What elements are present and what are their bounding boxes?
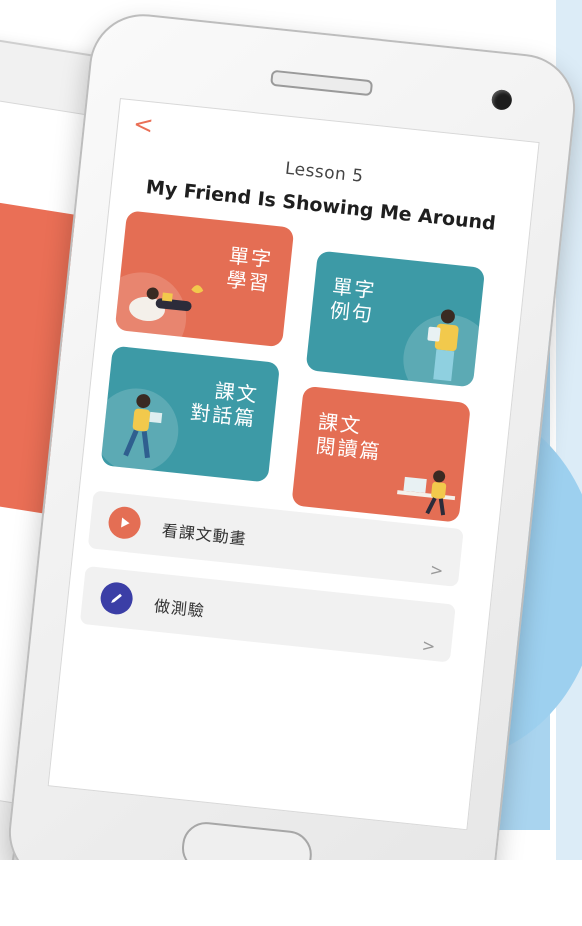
card-label: 課文 閱讀篇 — [314, 410, 385, 465]
list-item-label: 看課文動畫 — [160, 520, 248, 549]
reading-person-illustration — [129, 285, 204, 322]
card-text-reading[interactable]: 課文 閱讀篇 — [291, 385, 471, 523]
card-label-line2: 學習 — [225, 267, 272, 296]
card-label: 課文 對話篇 — [189, 376, 260, 431]
pencil-icon — [99, 580, 135, 616]
background-bottom — [0, 860, 582, 926]
chevron-right-icon: > — [421, 635, 437, 656]
walking-person-illustration — [123, 394, 163, 459]
list-item-label: 做測驗 — [153, 596, 206, 621]
main-phone: < Lesson 5 My Friend Is Showing Me Aroun… — [3, 8, 581, 926]
desk-person-illustration — [397, 470, 456, 516]
tablet-person-illustration — [427, 309, 459, 382]
phone-camera — [490, 88, 513, 111]
card-text-dialogue[interactable]: 課文 對話篇 — [100, 345, 281, 483]
phone-speaker — [270, 69, 374, 97]
app-screen: < Lesson 5 My Friend Is Showing Me Aroun… — [47, 97, 540, 831]
card-vocabulary-learning[interactable]: 單字 學習 — [114, 210, 295, 348]
back-button[interactable]: < — [127, 108, 160, 141]
chevron-right-icon: > — [428, 560, 445, 581]
card-label-line2: 例句 — [328, 298, 375, 327]
card-label: 單字 例句 — [329, 274, 378, 326]
marketing-scene: < Lesson 5 My Friend Is Showing Me Aroun… — [0, 0, 582, 926]
card-label: 單字 學習 — [225, 243, 274, 295]
card-vocabulary-examples[interactable]: 單字 例句 — [305, 250, 486, 388]
play-icon — [106, 505, 143, 541]
